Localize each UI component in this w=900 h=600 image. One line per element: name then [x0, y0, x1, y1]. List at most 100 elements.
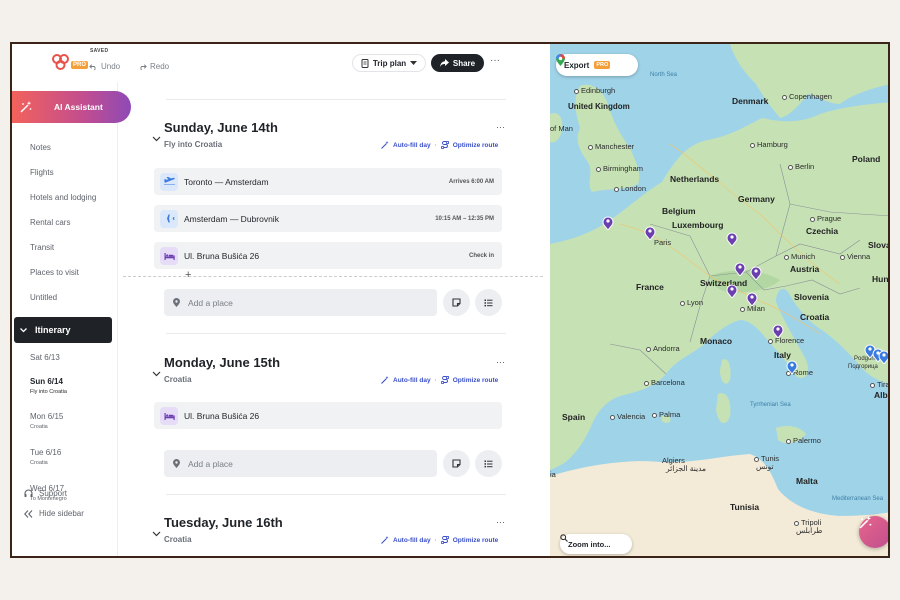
sidebar-item-rental-cars[interactable]: Rental cars [30, 218, 70, 227]
day-subtitle[interactable]: Croatia [164, 375, 192, 384]
auto-fill-day-button[interactable]: Auto-fill day [393, 377, 431, 384]
sidebar-item-notes[interactable]: Notes [30, 143, 51, 152]
map-pin-purple[interactable] [746, 292, 758, 306]
map-label: United Kingdom [568, 102, 630, 112]
hide-sidebar-button[interactable]: Hide sidebar [24, 509, 84, 518]
undo-button[interactable]: Undo [89, 62, 120, 71]
map-pin-purple[interactable] [726, 284, 738, 298]
optimize-route-button[interactable]: Optimize route [453, 537, 499, 544]
optimize-route-button[interactable]: Optimize route [453, 142, 499, 149]
add-note-button[interactable] [443, 450, 470, 477]
share-button[interactable]: Share [431, 54, 484, 72]
export-button[interactable]: Export PRO [556, 54, 638, 76]
separator-dot: · [434, 141, 437, 149]
map-pin-blue[interactable] [878, 350, 890, 364]
add-checklist-button[interactable] [475, 450, 502, 477]
map-pin-purple[interactable] [772, 324, 784, 338]
flight-item[interactable]: Toronto — Amsterdam Arrives 6:00 AM [154, 168, 502, 195]
lodging-item[interactable]: Ul. Bruna Bušića 26 Check in [154, 242, 502, 269]
redo-button[interactable]: Redo [138, 62, 169, 71]
add-place-input[interactable]: Add a place [164, 450, 437, 477]
trip-plan-label: Trip plan [372, 58, 407, 68]
ai-assistant-button[interactable]: AI Assistant [12, 91, 131, 123]
map-pin-purple[interactable] [750, 266, 762, 280]
map-label: Spain [562, 412, 586, 422]
add-place-placeholder: Add a place [188, 458, 233, 469]
divider [166, 99, 506, 100]
map-label: London [614, 184, 646, 193]
undo-icon [89, 64, 96, 71]
day-actions: Auto-fill day · Optimize route [381, 536, 498, 544]
add-checklist-button[interactable] [475, 289, 502, 316]
zoom-into-label: Zoom into... [568, 539, 611, 549]
map-label: Italy [774, 350, 792, 360]
sidebar-day-sat[interactable]: Sat 6/13 [30, 353, 60, 362]
redo-label: Redo [150, 62, 170, 71]
auto-fill-day-button[interactable]: Auto-fill day [393, 142, 431, 149]
day-subtitle[interactable]: Croatia [164, 535, 192, 544]
magic-wand-icon [381, 536, 389, 544]
more-options-button[interactable]: ··· [490, 55, 500, 66]
map-canvas[interactable] [550, 44, 890, 558]
map-label: Belgium [662, 206, 696, 216]
sidebar-day-sun[interactable]: Sun 6/14 Fly into Croatia [30, 377, 67, 395]
ai-assistant-fab[interactable] [859, 516, 888, 548]
map-pin-purple[interactable] [602, 216, 614, 230]
day-actions: Auto-fill day · Optimize route [381, 376, 498, 384]
chevron-down-icon[interactable] [152, 371, 161, 377]
map-label: Hungar [872, 274, 889, 284]
map-label: طرابلس [796, 526, 823, 535]
optimize-route-button[interactable]: Optimize route [453, 377, 499, 384]
map-label: Austria [790, 264, 820, 274]
map-label: North Sea [650, 72, 678, 78]
map-panel[interactable]: North Sea Denmark Copenhagen Edinburgh U… [550, 44, 890, 558]
map-label-text: United Kingdom [568, 102, 630, 111]
day-more-button[interactable]: ··· [496, 357, 505, 367]
route-icon [440, 536, 449, 544]
map-pin-purple[interactable] [734, 262, 746, 276]
flight-departure-icon [160, 172, 178, 191]
add-place-placeholder: Add a place [188, 297, 233, 308]
add-place-input[interactable]: Add a place [164, 289, 437, 316]
day-more-button[interactable]: ··· [496, 122, 505, 132]
sidebar-day-mon[interactable]: Mon 6/15 Croatia [30, 412, 63, 430]
auto-fill-day-button[interactable]: Auto-fill day [393, 537, 431, 544]
trip-plan-dropdown[interactable]: Trip plan [352, 54, 426, 72]
chevron-down-icon[interactable] [152, 531, 161, 537]
day-subtitle[interactable]: Fly into Croatia [164, 140, 222, 149]
sidebar-item-flights[interactable]: Flights [30, 168, 54, 177]
itinerary-panel: Sunday, June 14th Fly into Croatia ··· A… [118, 82, 550, 556]
map-label: Slovak [868, 240, 888, 250]
magic-wand-icon [859, 516, 872, 529]
insert-plus-icon[interactable]: + [185, 269, 191, 281]
map-label: Mediterranean Sea [832, 496, 884, 502]
map-pin-purple[interactable] [644, 226, 656, 240]
map-label: Edinburgh [574, 86, 615, 95]
map-pin-purple[interactable] [726, 232, 738, 246]
zoom-into-button[interactable]: Zoom into... [560, 534, 632, 554]
map-label: Valencia [610, 412, 645, 421]
flight-item[interactable]: Amsterdam — Dubrovnik 10:15 AM – 12:35 P… [154, 205, 502, 232]
sidebar-item-hotels[interactable]: Hotels and lodging [30, 193, 96, 202]
sidebar-item-places-to-visit[interactable]: Places to visit [30, 268, 79, 277]
sidebar-item-untitled[interactable]: Untitled [30, 293, 57, 302]
map-label: Copenhagen [782, 92, 832, 101]
lodging-item[interactable]: Ul. Bruna Bušića 26 [154, 402, 502, 429]
sidebar-day-tue[interactable]: Tue 6/16 Croatia [30, 448, 61, 466]
map-label: Germany [738, 194, 775, 204]
sidebar-item-transit[interactable]: Transit [30, 243, 54, 252]
separator-dot: · [434, 376, 437, 384]
add-note-button[interactable] [443, 289, 470, 316]
note-icon [452, 298, 461, 307]
map-label: Andorra [646, 344, 680, 353]
map-pin-blue[interactable] [786, 360, 798, 374]
day-label: Tue 6/16 [30, 448, 62, 457]
map-label: Tyrrhenian Sea [750, 402, 791, 408]
route-icon [440, 141, 449, 149]
chevron-down-icon[interactable] [152, 136, 161, 142]
ai-assistant-label: AI Assistant [54, 102, 103, 112]
support-link[interactable]: Support [24, 489, 67, 498]
app-logo-icon[interactable] [52, 54, 70, 70]
sidebar-item-itinerary[interactable]: Itinerary [14, 317, 112, 343]
day-more-button[interactable]: ··· [496, 517, 505, 527]
